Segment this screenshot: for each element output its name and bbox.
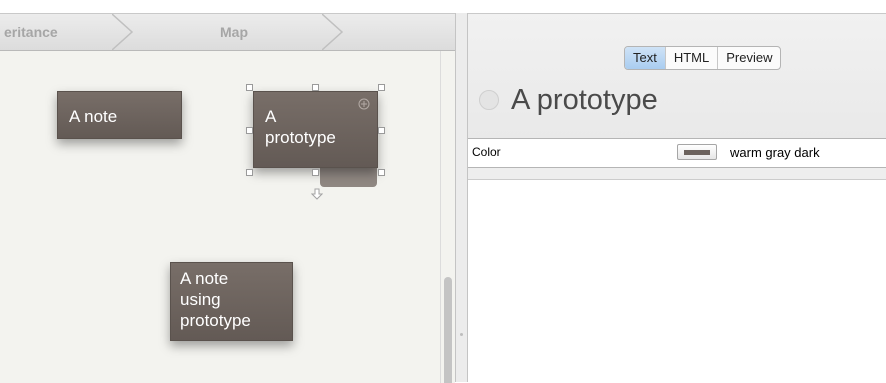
scrollbar-thumb[interactable] — [444, 277, 452, 383]
map-note-a-prototype[interactable]: A prototype — [253, 91, 378, 168]
map-note-label: A note — [69, 107, 118, 126]
map-note-a-note-using-prototype[interactable]: A note using prototype — [170, 262, 293, 341]
resize-handle-top-left[interactable] — [246, 84, 253, 91]
map-vertical-scrollbar[interactable] — [440, 51, 455, 383]
resize-handle-top[interactable] — [312, 84, 319, 91]
resize-handle-right[interactable] — [378, 127, 385, 134]
resize-handle-bottom-left[interactable] — [246, 169, 253, 176]
breadcrumb-separator-icon — [112, 14, 134, 50]
color-swatch-fill — [684, 150, 710, 155]
map-note-label: A note — [180, 269, 229, 288]
resize-handle-left[interactable] — [246, 127, 253, 134]
view-mode-segmented-control: Text HTML Preview — [624, 46, 782, 70]
splitter-grip-icon — [460, 333, 463, 336]
breadcrumb-separator-icon — [322, 14, 344, 50]
link-arrow-down-icon[interactable] — [311, 188, 323, 200]
map-note-label: using — [180, 290, 221, 309]
breadcrumb: eritance Map — [0, 14, 455, 51]
map-note-a-note[interactable]: A note — [57, 91, 182, 139]
tab-html[interactable]: HTML — [666, 47, 719, 69]
resize-handle-bottom-right[interactable] — [378, 169, 385, 176]
attribute-row-color: Color warm gray dark — [468, 138, 886, 168]
note-drag-tab[interactable] — [320, 165, 377, 187]
tab-text[interactable]: Text — [625, 47, 666, 69]
breadcrumb-item-map[interactable]: Map — [220, 14, 248, 50]
breadcrumb-item-inheritance[interactable]: eritance — [4, 14, 58, 50]
map-note-label: prototype — [265, 128, 336, 147]
resize-handle-bottom[interactable] — [312, 169, 319, 176]
attribute-divider — [468, 168, 886, 180]
map-note-label: prototype — [180, 311, 251, 330]
map-canvas[interactable]: A note A prototype A note using prototyp… — [0, 51, 440, 383]
note-pane: Text HTML Preview A prototype Color warm… — [468, 13, 886, 382]
resize-handle-top-right[interactable] — [378, 84, 385, 91]
prototype-plus-icon[interactable] — [358, 98, 370, 110]
map-note-label: A — [265, 107, 277, 126]
map-pane: eritance Map A note A prototype A note u… — [0, 13, 455, 383]
color-swatch-button[interactable] — [677, 144, 717, 160]
pane-splitter[interactable] — [455, 13, 468, 382]
tab-preview[interactable]: Preview — [718, 47, 780, 69]
note-title[interactable]: A prototype — [511, 80, 658, 120]
attribute-name: Color — [472, 145, 501, 159]
note-header: Text HTML Preview A prototype — [468, 13, 886, 138]
attribute-value[interactable]: warm gray dark — [730, 145, 820, 160]
note-text-editor[interactable] — [468, 180, 886, 382]
note-status-circle-icon[interactable] — [479, 90, 499, 110]
